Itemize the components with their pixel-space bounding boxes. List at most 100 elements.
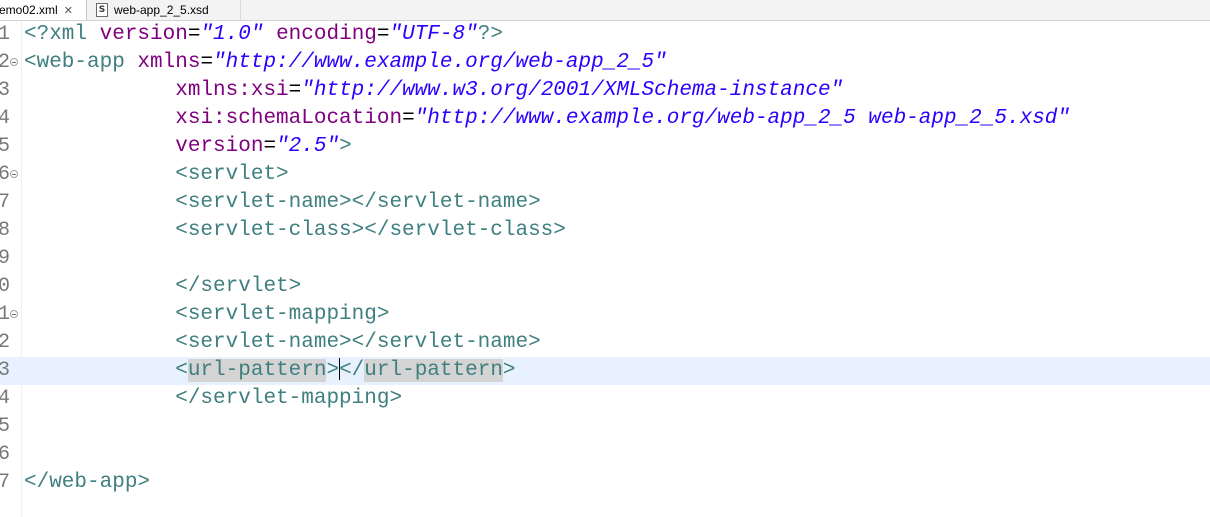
line-number: 2 — [0, 51, 10, 74]
code-text: xsi:schemaLocation="http://www.example.o… — [24, 105, 1070, 133]
code-line[interactable]: 3 xmlns:xsi="http://www.w3.org/2001/XMLS… — [0, 77, 1210, 105]
matching-tag-highlight: url-pattern — [187, 359, 327, 382]
code-line[interactable]: 2 <web-app xmlns="http://www.example.org/… — [0, 49, 1210, 77]
xml-tag: </servlet-mapping> — [24, 387, 403, 410]
xml-tag: </ — [339, 359, 365, 382]
matching-tag-highlight: url-pattern — [364, 359, 503, 382]
line-number: 5 — [0, 135, 10, 158]
tab-label: emo02.xml — [0, 3, 58, 17]
xml-attribute-value: "http://www.example.org/web-app_2_5" — [213, 51, 667, 74]
code-line[interactable]: 15 — [0, 413, 1210, 441]
line-number: 15 — [0, 415, 10, 438]
xml-tag — [24, 107, 175, 130]
xml-tag: ?> — [477, 23, 503, 46]
xml-tag — [24, 135, 175, 158]
xml-attribute: xmlns:xsi — [175, 79, 289, 102]
code-text: <servlet-name></servlet-name> — [24, 329, 541, 357]
code-line[interactable]: 14 </servlet-mapping> — [0, 385, 1210, 413]
code-line[interactable]: 4 xsi:schemaLocation="http://www.example… — [0, 105, 1210, 133]
xml-attribute: xmlns — [137, 51, 201, 74]
line-number: 12 — [0, 331, 10, 354]
editor-tab-bar: emo02.xml ✕ S web-app_2_5.xsd — [0, 0, 1210, 21]
code-line[interactable]: 11 <servlet-mapping> — [0, 301, 1210, 329]
code-editor[interactable]: 1 <?xml version="1.0" encoding="UTF-8"?> 2… — [0, 21, 1210, 517]
code-line[interactable]: 6 <servlet> — [0, 161, 1210, 189]
xml-tag: <servlet-class></servlet-class> — [24, 219, 566, 242]
line-number: 10 — [0, 275, 10, 298]
line-number: 3 — [0, 79, 10, 102]
xml-attribute: encoding — [276, 23, 377, 46]
xml-tag — [24, 359, 175, 382]
code-text: <servlet-mapping> — [24, 301, 389, 329]
xml-tag: <?xml — [24, 23, 100, 46]
xml-tag: > — [339, 135, 352, 158]
xsd-file-icon: S — [96, 3, 108, 17]
xml-attribute-value: "2.5" — [276, 135, 340, 158]
xml-attribute: version — [175, 135, 264, 158]
code-line[interactable]: 17 </web-app> — [0, 469, 1210, 497]
xml-attribute-value: "1.0" — [200, 23, 264, 46]
line-number: 4 — [0, 107, 10, 130]
close-icon[interactable]: ✕ — [64, 4, 73, 17]
fold-toggle-icon[interactable] — [10, 58, 18, 66]
line-number: 8 — [0, 219, 10, 242]
code-line[interactable]: 8 <servlet-class></servlet-class> — [0, 217, 1210, 245]
line-number: 1 — [0, 23, 10, 46]
tab-demo02-xml[interactable]: emo02.xml ✕ — [0, 0, 87, 20]
code-line[interactable]: 16 — [0, 441, 1210, 469]
code-line[interactable]: 7 <servlet-name></servlet-name> — [0, 189, 1210, 217]
xml-tag: > — [326, 359, 340, 382]
tab-web-app-xsd[interactable]: S web-app_2_5.xsd — [90, 0, 241, 20]
xml-equals: = — [187, 23, 201, 46]
code-line[interactable]: 10 </servlet> — [0, 273, 1210, 301]
xml-tag: <web-app — [24, 51, 138, 74]
xml-equals: = — [402, 107, 415, 130]
xml-tag: <servlet-mapping> — [24, 303, 390, 326]
code-text: <url-pattern></url-pattern> — [24, 357, 516, 385]
fold-toggle-icon[interactable] — [10, 310, 18, 318]
xml-attribute: version — [99, 23, 188, 46]
xml-tag — [263, 23, 276, 46]
xml-tag: </servlet> — [24, 275, 302, 298]
line-number: 7 — [0, 191, 10, 214]
line-number: 16 — [0, 443, 10, 466]
line-number: 11 — [0, 303, 10, 326]
line-number: 14 — [0, 387, 10, 410]
xml-tag: > — [502, 359, 516, 382]
xml-tag: < — [175, 359, 188, 382]
xml-tag: </web-app> — [24, 471, 151, 494]
xml-attribute-value: "http://www.w3.org/2001/XMLSchema-instan… — [301, 79, 844, 102]
code-text: <web-app xmlns="http://www.example.org/w… — [24, 49, 667, 77]
line-number: 17 — [0, 471, 10, 494]
xml-equals: = — [200, 51, 214, 74]
code-text: <?xml version="1.0" encoding="UTF-8"?> — [24, 21, 503, 49]
xml-equals: = — [288, 79, 302, 102]
code-text: version="2.5"> — [24, 133, 352, 161]
code-text: xmlns:xsi="http://www.w3.org/2001/XMLSch… — [24, 77, 843, 105]
xml-attribute-value: "UTF-8" — [389, 23, 478, 46]
line-number: 13 — [0, 359, 10, 382]
current-code-line[interactable]: 13 <url-pattern></url-pattern> — [0, 357, 1210, 385]
code-text: </servlet-mapping> — [24, 385, 402, 413]
code-line[interactable]: 9 — [0, 245, 1210, 273]
xml-attribute-value: "http://www.example.org/web-app_2_5 web-… — [414, 107, 1070, 130]
xml-equals: = — [376, 23, 390, 46]
code-line[interactable]: 5 version="2.5"> — [0, 133, 1210, 161]
code-text: </servlet> — [24, 273, 301, 301]
code-text: <servlet-name></servlet-name> — [24, 189, 541, 217]
xml-equals: = — [263, 135, 277, 158]
code-text: <servlet> — [24, 161, 289, 189]
xml-tag — [24, 79, 175, 102]
code-line[interactable]: 1 <?xml version="1.0" encoding="UTF-8"?> — [0, 21, 1210, 49]
line-number: 9 — [0, 247, 10, 270]
xml-attribute: xsi:schemaLocation — [175, 107, 403, 130]
code-line[interactable]: 12 <servlet-name></servlet-name> — [0, 329, 1210, 357]
code-text: </web-app> — [24, 469, 150, 497]
fold-toggle-icon[interactable] — [10, 170, 18, 178]
code-text: <servlet-class></servlet-class> — [24, 217, 566, 245]
tab-label: web-app_2_5.xsd — [114, 3, 209, 17]
line-number: 6 — [0, 163, 10, 186]
xml-tag: <servlet-name></servlet-name> — [24, 331, 541, 354]
xml-tag: <servlet-name></servlet-name> — [24, 191, 541, 214]
xml-tag: <servlet> — [24, 163, 289, 186]
